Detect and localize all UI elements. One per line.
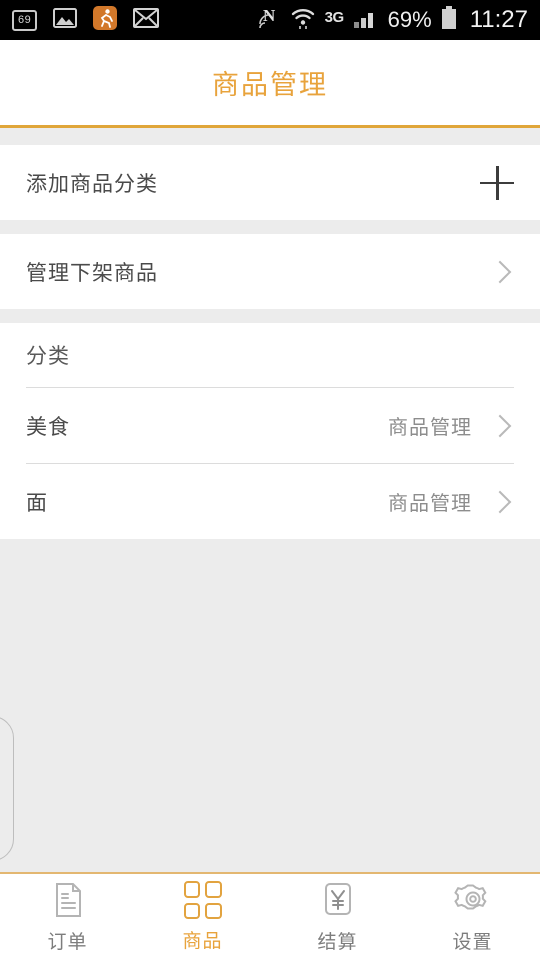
category-card: 分类 美食 商品管理 面 商品管理 <box>0 323 540 539</box>
category-section-title: 分类 <box>0 323 540 387</box>
row-manage-offshelf[interactable]: 管理下架商品 <box>0 234 540 309</box>
category-name: 美食 <box>26 415 70 439</box>
category-row-right: 商品管理 <box>388 411 514 440</box>
clock-label: 11:27 <box>469 6 528 33</box>
status-bar-right-icons: N 3G 69% 11:27 <box>258 5 528 35</box>
nav-item-products[interactable]: 商品 <box>135 874 270 960</box>
nav-label-products: 商品 <box>182 931 223 952</box>
category-name: 面 <box>26 491 48 515</box>
grid-cell <box>205 881 222 898</box>
section-gap-top <box>0 131 540 145</box>
page-header: 商品管理 <box>0 40 540 128</box>
category-action-label: 商品管理 <box>388 417 472 439</box>
cellular-signal-icon <box>353 7 379 34</box>
running-app-icon <box>93 5 118 35</box>
section-gap-1 <box>0 220 540 234</box>
gear-icon <box>453 880 493 920</box>
nav-label-settings: 设置 <box>452 932 493 953</box>
gallery-icon <box>53 7 78 33</box>
phone-screen: 69 N 3G 69% 11:27 商品管理 添加商品分类 管理下架商品 分类 … <box>0 0 540 960</box>
chevron-right-icon <box>488 490 512 513</box>
category-row-right: 商品管理 <box>388 487 514 516</box>
yen-icon <box>318 880 358 920</box>
bottom-navigation: 订单 商品 结算 设置 <box>0 872 540 960</box>
battery-icon <box>441 5 457 35</box>
status-bar-left-icons: 69 <box>12 5 160 35</box>
add-category-card: 添加商品分类 <box>0 145 540 220</box>
document-icon <box>48 880 88 920</box>
nav-label-orders: 订单 <box>47 932 88 953</box>
add-category-right <box>480 165 514 200</box>
battery-percent-label: 69% <box>387 7 432 32</box>
nav-item-orders[interactable]: 订单 <box>0 874 135 960</box>
chevron-right-icon <box>488 414 512 437</box>
chevron-right-icon <box>488 260 512 283</box>
manage-offshelf-card: 管理下架商品 <box>0 234 540 309</box>
add-category-label: 添加商品分类 <box>26 172 158 196</box>
main-content: 添加商品分类 管理下架商品 分类 美食 商品管理 面 商品管理 <box>0 131 540 872</box>
notification-count-badge: 69 <box>12 9 38 31</box>
edge-panel-handle[interactable] <box>0 716 14 861</box>
network-type-label: 3G <box>324 8 345 26</box>
nav-label-settlement: 结算 <box>317 932 358 953</box>
manage-offshelf-label: 管理下架商品 <box>26 261 158 285</box>
row-add-category[interactable]: 添加商品分类 <box>0 145 540 220</box>
table-row[interactable]: 美食 商品管理 <box>0 388 540 463</box>
grid-icon <box>183 881 222 919</box>
status-bar: 69 N 3G 69% 11:27 <box>0 0 540 40</box>
table-row[interactable]: 面 商品管理 <box>0 464 540 539</box>
plus-icon[interactable] <box>480 165 514 200</box>
section-gap-2 <box>0 309 540 323</box>
grid-cell <box>183 902 200 919</box>
nfc-icon: N <box>258 6 281 35</box>
category-action-label: 商品管理 <box>388 493 472 515</box>
category-section-label: 分类 <box>26 345 70 368</box>
manage-offshelf-right <box>488 260 514 283</box>
wifi-icon <box>290 6 316 35</box>
nav-item-settlement[interactable]: 结算 <box>270 874 405 960</box>
nav-item-settings[interactable]: 设置 <box>405 874 540 960</box>
page-title: 商品管理 <box>212 70 328 100</box>
grid-cell <box>183 881 200 898</box>
mail-icon <box>133 7 160 33</box>
grid-cell <box>205 902 222 919</box>
